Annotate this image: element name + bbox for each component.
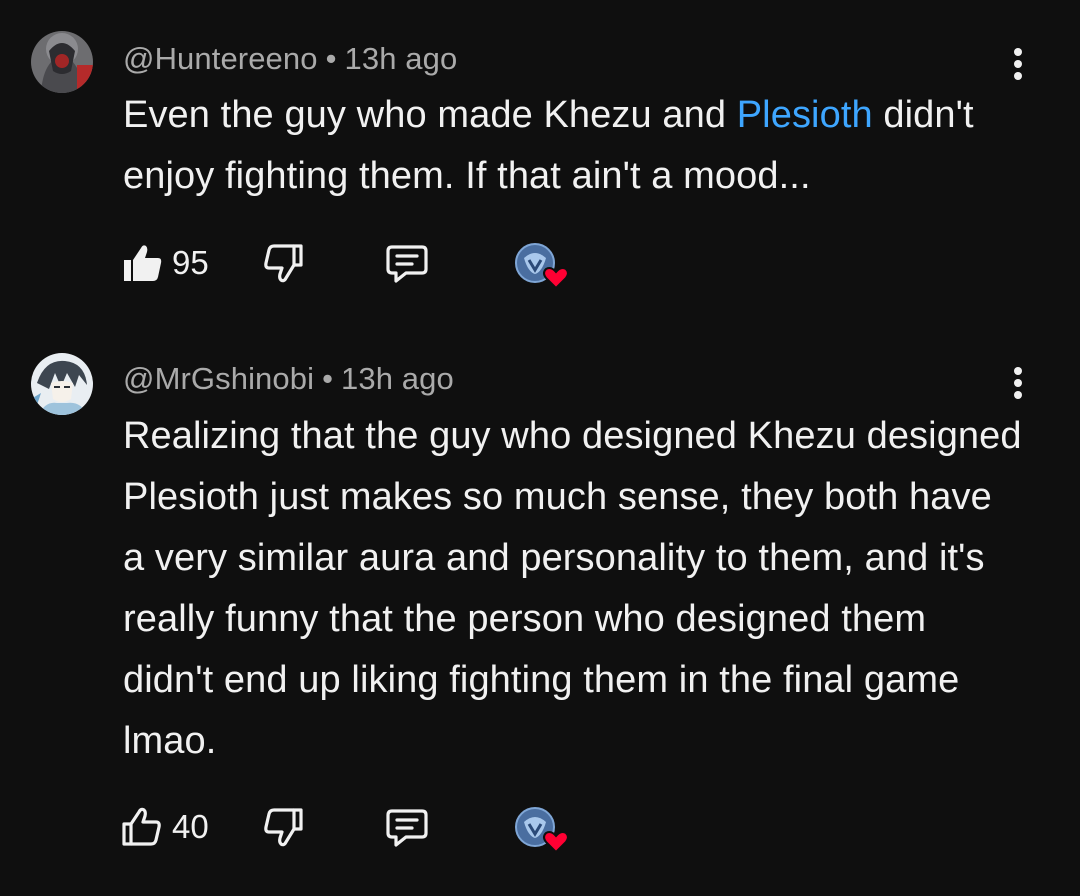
thumbs-down-icon	[260, 808, 306, 852]
more-vertical-icon[interactable]	[1003, 45, 1033, 85]
dislike-button[interactable]	[260, 242, 310, 286]
author-name[interactable]: @MrGshinobi	[123, 361, 314, 396]
comment-text: Realizing that the guy who designed Khez…	[123, 415, 1022, 762]
comment-meta: @MrGshinobi • 13h ago	[123, 361, 454, 397]
meta-separator: •	[325, 41, 337, 76]
comment-actions: 40	[118, 802, 588, 854]
comment-meta: @Huntereeno • 13h ago	[123, 41, 457, 77]
dislike-button[interactable]	[260, 806, 310, 850]
thumbs-up-icon	[120, 807, 164, 852]
creator-heart-icon	[514, 806, 570, 856]
thumbs-up-icon	[120, 243, 164, 288]
comment-time[interactable]: 13h ago	[345, 41, 458, 76]
like-count: 95	[172, 244, 209, 281]
like-button[interactable]: 95	[118, 238, 218, 288]
avatar[interactable]	[31, 31, 93, 93]
reply-button[interactable]	[384, 806, 434, 850]
like-button[interactable]: 40	[118, 802, 218, 852]
comment-time[interactable]: 13h ago	[341, 361, 454, 396]
thumbs-down-icon	[260, 244, 306, 288]
comment-thread-item: @MrGshinobi • 13h ago Realizing that the g…	[0, 320, 1080, 896]
reply-button[interactable]	[384, 242, 434, 286]
more-vertical-icon[interactable]	[1003, 364, 1033, 404]
search-link[interactable]: Plesioth	[737, 94, 873, 136]
creator-heart-icon	[514, 242, 570, 292]
avatar[interactable]	[31, 353, 93, 415]
comment-actions: 95	[118, 238, 588, 290]
meta-separator: •	[322, 361, 334, 396]
comment-text: Even the guy who made Khezu and Plesioth…	[123, 85, 1023, 207]
comment-thread-item: @Huntereeno • 13h ago Even the guy who mad…	[0, 0, 1080, 320]
author-name[interactable]: @Huntereeno	[123, 41, 318, 76]
comment-text-part: Even the guy who made Khezu and	[123, 94, 737, 136]
comment-reply-icon	[384, 809, 430, 852]
comment-reply-icon	[384, 245, 430, 288]
like-count: 40	[172, 808, 209, 845]
